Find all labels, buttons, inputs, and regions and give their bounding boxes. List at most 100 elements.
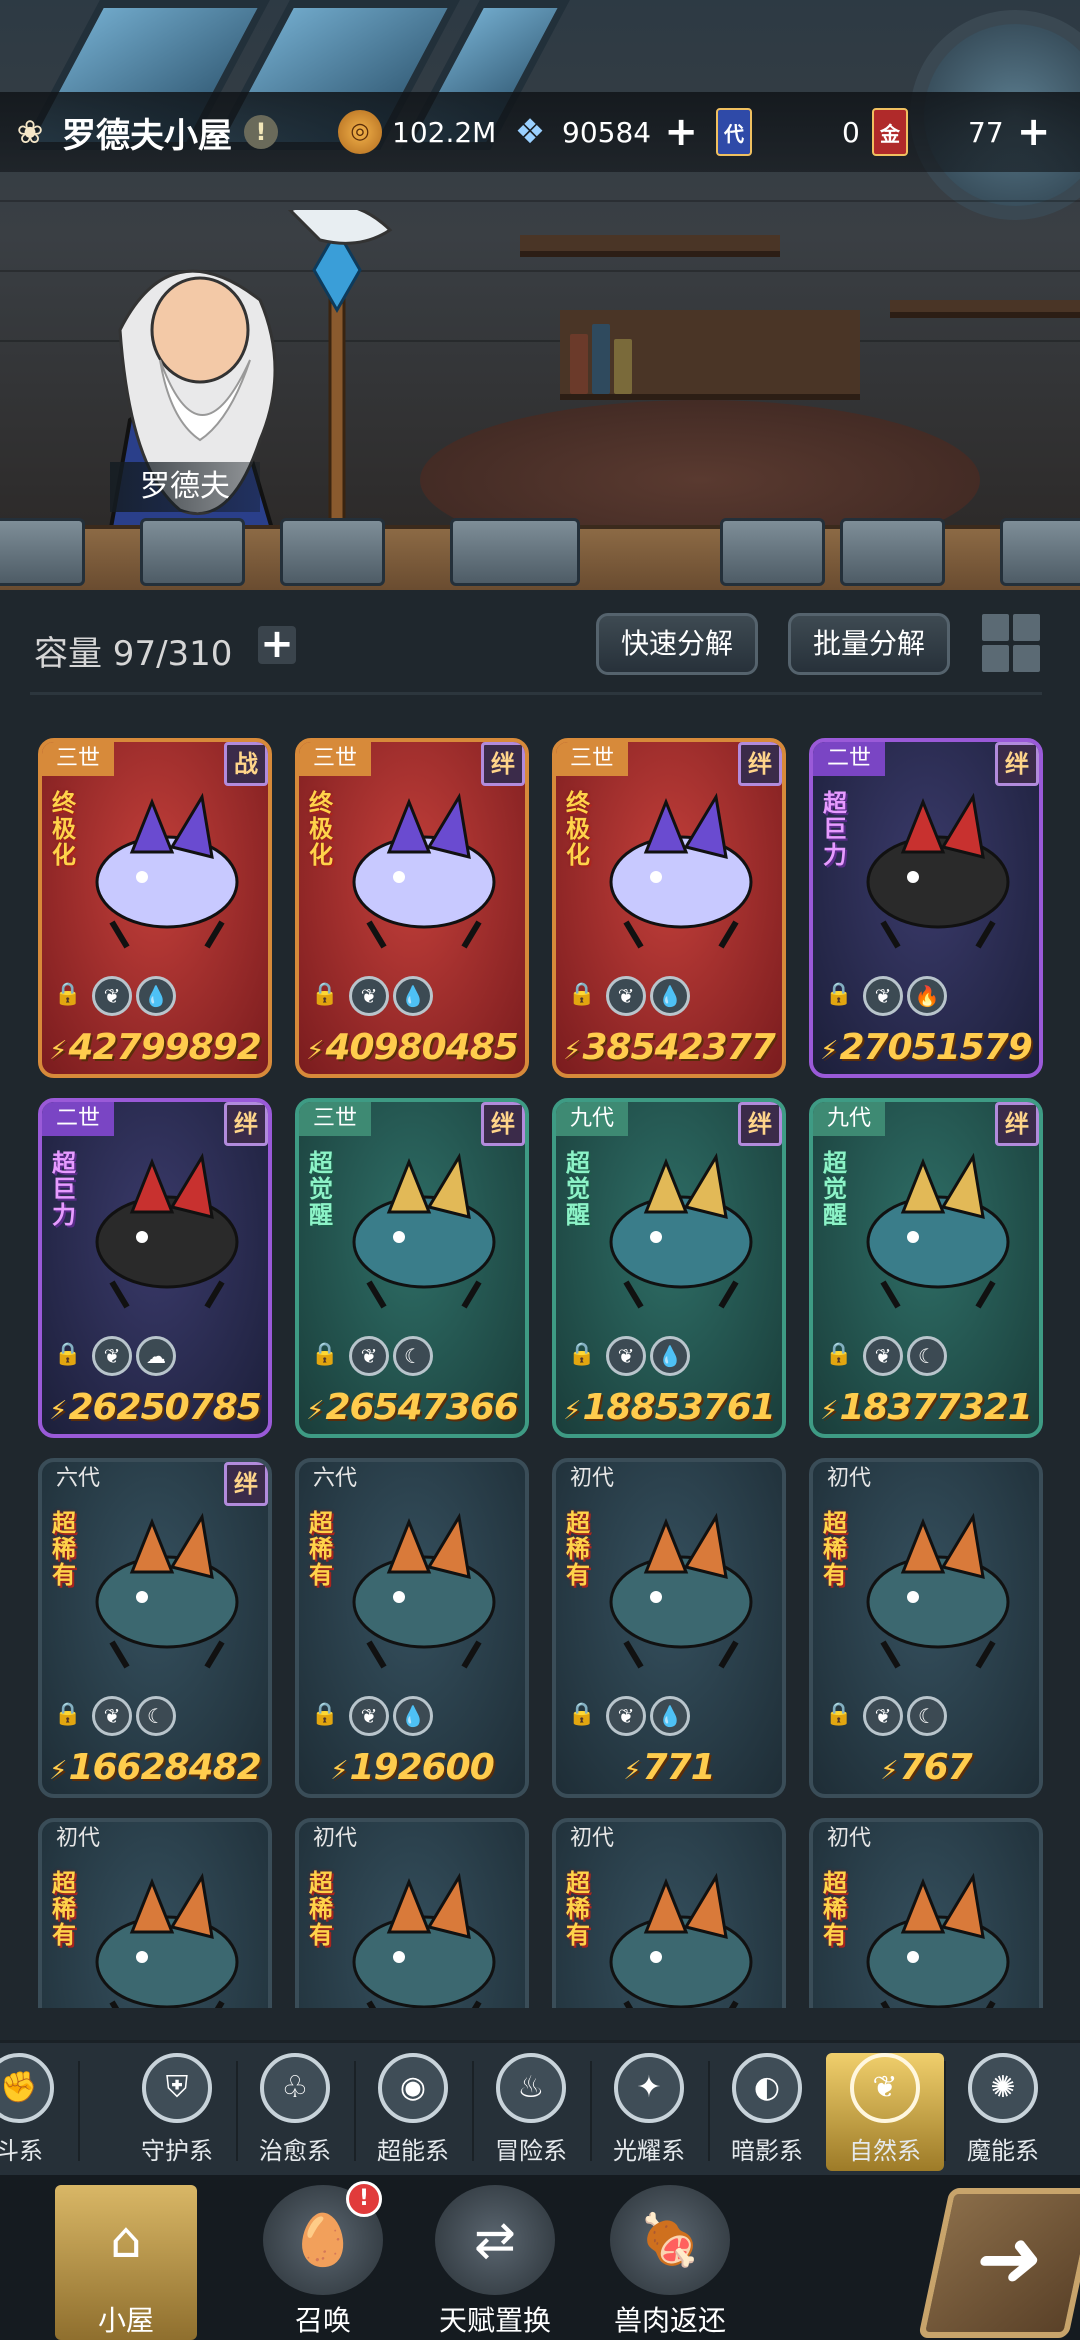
lock-icon[interactable]: 🔒 xyxy=(825,1702,853,1732)
monster-portrait xyxy=(866,1152,1010,1309)
lock-icon[interactable]: 🔒 xyxy=(825,1342,853,1372)
lock-icon[interactable]: 🔒 xyxy=(568,1702,596,1732)
crystal-value: 90584 xyxy=(562,115,652,149)
power-value: 26250785 xyxy=(42,1387,268,1428)
leaf-element-icon: ❦ xyxy=(863,1696,903,1736)
monster-card[interactable]: 初代 超稀有 xyxy=(295,1818,529,2008)
generation-label: 二世 xyxy=(42,1102,115,1136)
sprout-icon: ♧ xyxy=(260,2053,330,2123)
nav-meat[interactable]: 🍖 兽肉返还 xyxy=(575,2185,765,2340)
lock-icon[interactable]: 🔒 xyxy=(825,982,853,1012)
tab-fist[interactable]: ✊ 斗系 xyxy=(0,2053,78,2171)
star-burst-icon: ✦ xyxy=(614,2053,684,2123)
resource-bar: ❀ 罗德夫小屋 ! ◎ 102.2M ❖ 90584 + 代 0 金 77 + xyxy=(0,92,1080,172)
dai-card-resource: 代 0 xyxy=(716,106,860,158)
monster-card[interactable]: 初代超稀有🔒❦☾767 xyxy=(809,1458,1043,1798)
bookshelf xyxy=(520,235,780,257)
swap-icon: ⇄ xyxy=(435,2185,555,2295)
lock-icon[interactable]: 🔒 xyxy=(311,1702,339,1732)
tab-alien[interactable]: ◉ 超能系 xyxy=(354,2053,472,2171)
tab-label: 冒险系 xyxy=(495,2137,567,2165)
monster-card[interactable]: 六代超稀有🔒❦💧192600 xyxy=(295,1458,529,1798)
lock-icon[interactable]: 🔒 xyxy=(568,1342,596,1372)
generation-label: 初代 xyxy=(827,1466,872,1491)
eye-icon: ◐ xyxy=(732,2053,802,2123)
monster-card[interactable]: 六代绊超稀有🔒❦☾16628482 xyxy=(38,1458,272,1798)
house-title: ❀ 罗德夫小屋 ! xyxy=(10,104,278,160)
monster-portrait xyxy=(352,792,496,949)
lock-icon[interactable]: 🔒 xyxy=(54,1702,82,1732)
magic-circle-icon: ✺ xyxy=(968,2053,1038,2123)
monster-card[interactable]: 三世绊超觉醒🔒❦☾26547366 xyxy=(295,1098,529,1438)
lock-icon[interactable]: 🔒 xyxy=(54,1342,82,1372)
monster-card[interactable]: 三世绊终极化🔒❦💧40980485 xyxy=(295,738,529,1078)
nav-egg[interactable]: 🥚 召唤! xyxy=(248,2181,398,2340)
leaf-element-icon: ❦ xyxy=(606,1336,646,1376)
monster-card[interactable]: 初代超稀有🔒❦💧771 xyxy=(552,1458,786,1798)
generation-label: 初代 xyxy=(56,1826,101,1851)
water-element-icon: 💧 xyxy=(650,976,690,1016)
monster-card[interactable]: 初代 超稀有 xyxy=(809,1818,1043,2008)
monster-portrait xyxy=(866,792,1010,949)
lock-icon[interactable]: 🔒 xyxy=(311,1342,339,1372)
generation-label: 三世 xyxy=(42,742,115,776)
monster-card[interactable]: 九代绊超觉醒🔒❦☾18377321 xyxy=(809,1098,1043,1438)
moon-element-icon: ☾ xyxy=(393,1336,433,1376)
lock-icon[interactable]: 🔒 xyxy=(311,982,339,1012)
monster-card[interactable]: 二世绊超巨力🔒❦☁26250785 xyxy=(38,1098,272,1438)
monster-card[interactable]: 三世战终极化🔒❦💧42799892 xyxy=(38,738,272,1078)
batch-decompose-button[interactable]: 批量分解 xyxy=(788,613,951,675)
leaf-element-icon: ❦ xyxy=(349,1336,389,1376)
leaf-element-icon: ❦ xyxy=(349,1696,389,1736)
jin-card-value: 77 xyxy=(968,115,1004,149)
dai-card-icon: 代 xyxy=(716,108,752,156)
bond-tag: 绊 xyxy=(995,742,1039,786)
leaf-element-icon: ❦ xyxy=(863,1336,903,1376)
power-value: 42799892 xyxy=(42,1027,268,1068)
monster-card[interactable]: 初代 超稀有 xyxy=(38,1818,272,2008)
bond-tag: 绊 xyxy=(481,742,525,786)
leaf-element-icon: ❦ xyxy=(606,976,646,1016)
water-element-icon: 💧 xyxy=(393,976,433,1016)
add-jin-card-button[interactable]: + xyxy=(1014,112,1054,152)
lock-icon[interactable]: 🔒 xyxy=(568,982,596,1012)
tab-shield[interactable]: ⛨ 守护系 xyxy=(118,2053,236,2171)
nav-label: 召唤 xyxy=(294,2304,351,2337)
grid-view-toggle[interactable] xyxy=(982,614,1040,672)
monster-card[interactable]: 初代 超稀有 xyxy=(552,1818,786,2008)
nav-label: 天赋置换 xyxy=(438,2304,551,2337)
nav-house[interactable]: ⌂ 小屋 xyxy=(55,2185,197,2340)
category-tab-bar: ✊ 斗系 ⛨ 守护系 ♧ 治愈系 ◉ 超能系 ♨ 冒险系 ✦ 光耀系 ◐ 暗影系 ❦ 自然系 ✺ 魔能系 xyxy=(0,2040,1080,2175)
generation-label: 三世 xyxy=(556,742,629,776)
monster-card[interactable]: 九代绊超觉醒🔒❦💧18853761 xyxy=(552,1098,786,1438)
tab-magic-circle[interactable]: ✺ 魔能系 xyxy=(944,2053,1062,2171)
generation-label: 六代 xyxy=(56,1466,101,1491)
monster-card[interactable]: 二世绊超巨力🔒❦🔥27051579 xyxy=(809,738,1043,1078)
monster-card[interactable]: 三世绊终极化🔒❦💧38542377 xyxy=(552,738,786,1078)
lock-icon[interactable]: 🔒 xyxy=(54,982,82,1012)
desk xyxy=(560,310,860,400)
add-crystal-button[interactable]: + xyxy=(661,112,701,152)
bond-tag: 绊 xyxy=(224,1462,268,1506)
nav-swap[interactable]: ⇄ 天赋置换 xyxy=(400,2185,590,2340)
fist-icon: ✊ xyxy=(0,2053,54,2123)
monster-portrait xyxy=(609,1872,753,2008)
tab-sprout[interactable]: ♧ 治愈系 xyxy=(236,2053,354,2171)
water-element-icon: 💧 xyxy=(650,1696,690,1736)
tab-label: 治愈系 xyxy=(259,2137,331,2165)
quick-decompose-button[interactable]: 快速分解 xyxy=(596,613,759,675)
generation-label: 初代 xyxy=(570,1466,615,1491)
moon-element-icon: ☾ xyxy=(907,1696,947,1736)
notification-badge: ! xyxy=(346,2181,382,2217)
expand-capacity-button[interactable]: + xyxy=(258,624,296,664)
generation-label: 九代 xyxy=(813,1102,886,1136)
tab-star-burst[interactable]: ✦ 光耀系 xyxy=(590,2053,708,2171)
gold-resource: ◎ 102.2M xyxy=(338,106,496,158)
monster-portrait xyxy=(866,1512,1010,1669)
tab-leaf-flame[interactable]: ❦ 自然系 xyxy=(826,2053,944,2171)
npc-name-tag[interactable]: 罗德夫 xyxy=(110,462,260,512)
info-icon[interactable]: ! xyxy=(244,115,278,149)
tab-eye[interactable]: ◐ 暗影系 xyxy=(708,2053,826,2171)
tab-flame-shield[interactable]: ♨ 冒险系 xyxy=(472,2053,590,2171)
monster-portrait xyxy=(352,1512,496,1669)
